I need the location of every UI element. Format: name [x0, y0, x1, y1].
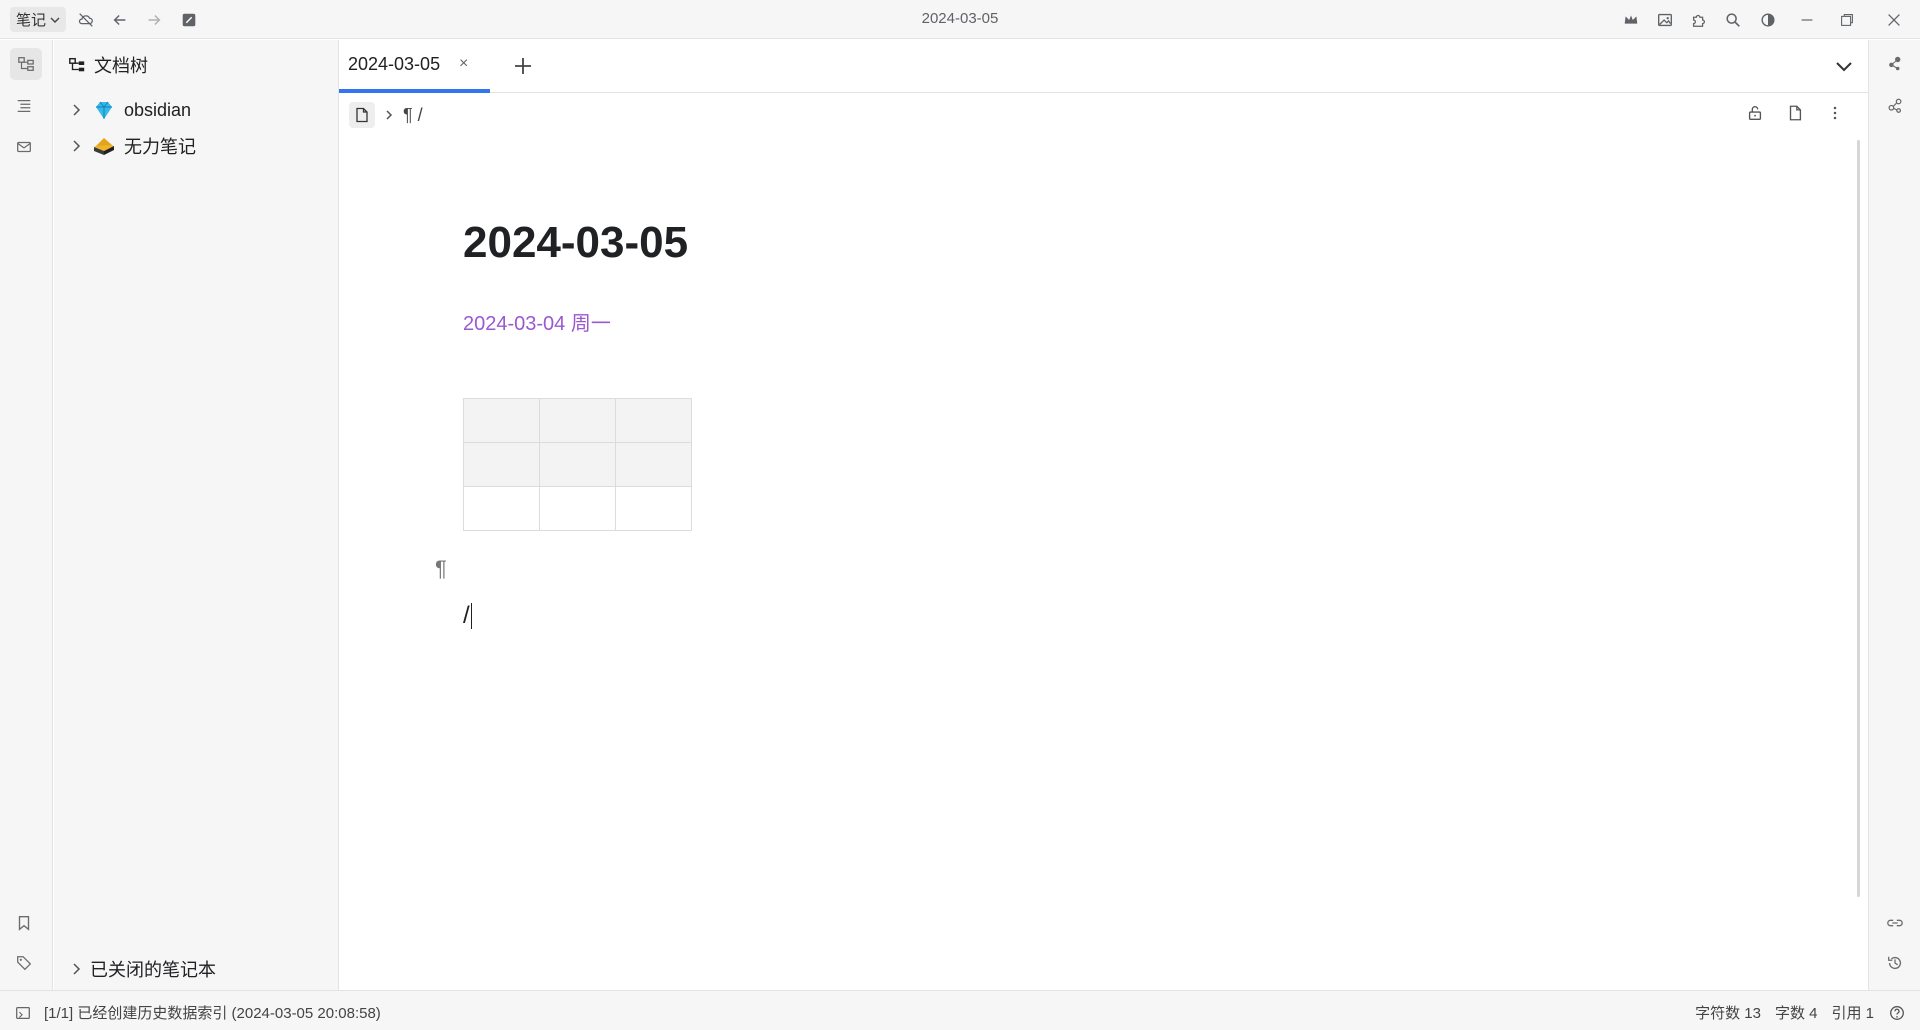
crown-icon[interactable]: [1620, 9, 1642, 31]
file-tree-header: 文档树: [68, 52, 148, 78]
chevron-right-icon[interactable]: [68, 138, 84, 154]
editable-line[interactable]: /: [463, 602, 472, 630]
slash-command-text: /: [463, 602, 470, 629]
table-row: [463, 486, 692, 531]
closed-notebooks-toggle[interactable]: 已关闭的笔记本: [68, 956, 216, 982]
document-info-icon[interactable]: [1784, 102, 1806, 124]
more-vertical-icon[interactable]: [1824, 102, 1846, 124]
chevron-down-icon[interactable]: [1832, 54, 1856, 78]
table-cell[interactable]: [615, 442, 692, 487]
app-window: 笔记 2024-03-05 文档树 obsidian 无力笔记 已关闭的笔记本 …: [0, 0, 1920, 1030]
table-cell[interactable]: [615, 398, 692, 443]
tab-label: 2024-03-05: [348, 54, 441, 74]
plus-icon[interactable]: [511, 54, 535, 78]
editor-area: 2024-03-05 × ¶ / 2024-03-05 2024-03-04 周…: [339, 40, 1868, 990]
unlock-icon[interactable]: [1744, 102, 1766, 124]
puzzle-icon[interactable]: [1688, 9, 1710, 31]
back-arrow-icon[interactable]: [109, 9, 131, 31]
table-cell[interactable]: [539, 486, 616, 531]
file-tree-title: 文档树: [94, 56, 148, 76]
table-cell[interactable]: [463, 442, 540, 487]
status-right: 字符数 13 字数 4 引用 1: [1695, 1002, 1906, 1023]
editor-scrollbar[interactable]: [1857, 140, 1860, 897]
chevron-right-icon: [73, 963, 81, 975]
file-tree-icon[interactable]: [10, 48, 42, 80]
chevron-down-icon: [50, 17, 60, 23]
chevron-right-icon: [386, 110, 393, 120]
gem-icon: [92, 98, 116, 122]
close-window-icon[interactable]: [1883, 9, 1905, 31]
notebook-item-wuli[interactable]: 无力笔记: [68, 132, 196, 160]
document-toolbar: [1744, 102, 1846, 124]
chevron-right-icon[interactable]: [68, 102, 84, 118]
edit-note-icon[interactable]: [178, 9, 200, 31]
table-row: [463, 442, 692, 487]
table-cell[interactable]: [463, 398, 540, 443]
notebook-item-obsidian[interactable]: obsidian: [68, 96, 191, 124]
empty-table[interactable]: [463, 398, 692, 531]
bookmark-icon[interactable]: [8, 907, 40, 939]
dock-toggle-icon[interactable]: [14, 1004, 32, 1022]
history-icon[interactable]: [1879, 947, 1911, 979]
closed-notebooks-label: 已关闭的笔记本: [90, 960, 216, 980]
tab-bar: 2024-03-05 ×: [339, 40, 1868, 93]
workspace-switcher[interactable]: 笔记: [10, 7, 67, 32]
status-bar: [1/1] 已经创建历史数据索引 (2024-03-05 20:08:58) 字…: [0, 990, 1920, 1030]
char-count: 字符数 13: [1695, 1005, 1761, 1022]
status-left: [1/1] 已经创建历史数据索引 (2024-03-05 20:08:58): [14, 1002, 381, 1023]
table-cell[interactable]: [463, 486, 540, 531]
word-count: 字数 4: [1774, 1005, 1818, 1022]
date-link[interactable]: 2024-03-04 周一: [463, 307, 611, 336]
file-tree-icon: [69, 57, 85, 72]
tab-2024-03-05[interactable]: 2024-03-05 ×: [339, 40, 490, 93]
help-icon[interactable]: [1888, 1004, 1906, 1022]
theme-toggle-icon[interactable]: [1757, 9, 1779, 31]
file-icon[interactable]: [349, 102, 375, 128]
breadcrumb-path[interactable]: ¶ /: [403, 105, 423, 126]
table-cell[interactable]: [539, 442, 616, 487]
book-icon: [92, 134, 116, 158]
page-title[interactable]: 2024-03-05: [463, 218, 688, 268]
tag-icon[interactable]: [8, 947, 40, 979]
table-cell[interactable]: [539, 398, 616, 443]
breadcrumb: ¶ /: [349, 102, 423, 128]
table-row: [463, 398, 692, 443]
forward-arrow-icon[interactable]: [143, 9, 165, 31]
graph-view-icon[interactable]: [1879, 48, 1911, 80]
search-icon[interactable]: [1722, 9, 1744, 31]
table-cell[interactable]: [615, 486, 692, 531]
text-caret: [470, 603, 472, 629]
paragraph-mark-icon[interactable]: ¶: [435, 556, 447, 582]
inbox-icon[interactable]: [8, 131, 40, 163]
title-bar: 笔记 2024-03-05: [0, 0, 1920, 39]
image-icon[interactable]: [1654, 9, 1676, 31]
file-tree-panel: 文档树 obsidian 无力笔记 已关闭的笔记本: [54, 40, 339, 990]
restore-icon[interactable]: [1836, 9, 1858, 31]
tab-close-icon[interactable]: ×: [459, 55, 468, 73]
backlink-icon[interactable]: [1879, 907, 1911, 939]
cloud-off-icon[interactable]: [75, 9, 97, 31]
status-message: [1/1] 已经创建历史数据索引 (2024-03-05 20:08:58): [44, 1005, 381, 1022]
ref-count: 引用 1: [1831, 1005, 1874, 1022]
minimize-icon[interactable]: [1796, 9, 1818, 31]
global-graph-icon[interactable]: [1879, 90, 1911, 122]
workspace-label: 笔记: [16, 12, 47, 29]
notebook-name: obsidian: [124, 99, 192, 120]
right-dock: [1868, 40, 1920, 990]
left-dock: [0, 40, 53, 990]
notebook-name: 无力笔记: [124, 137, 196, 157]
outline-icon[interactable]: [8, 90, 40, 122]
